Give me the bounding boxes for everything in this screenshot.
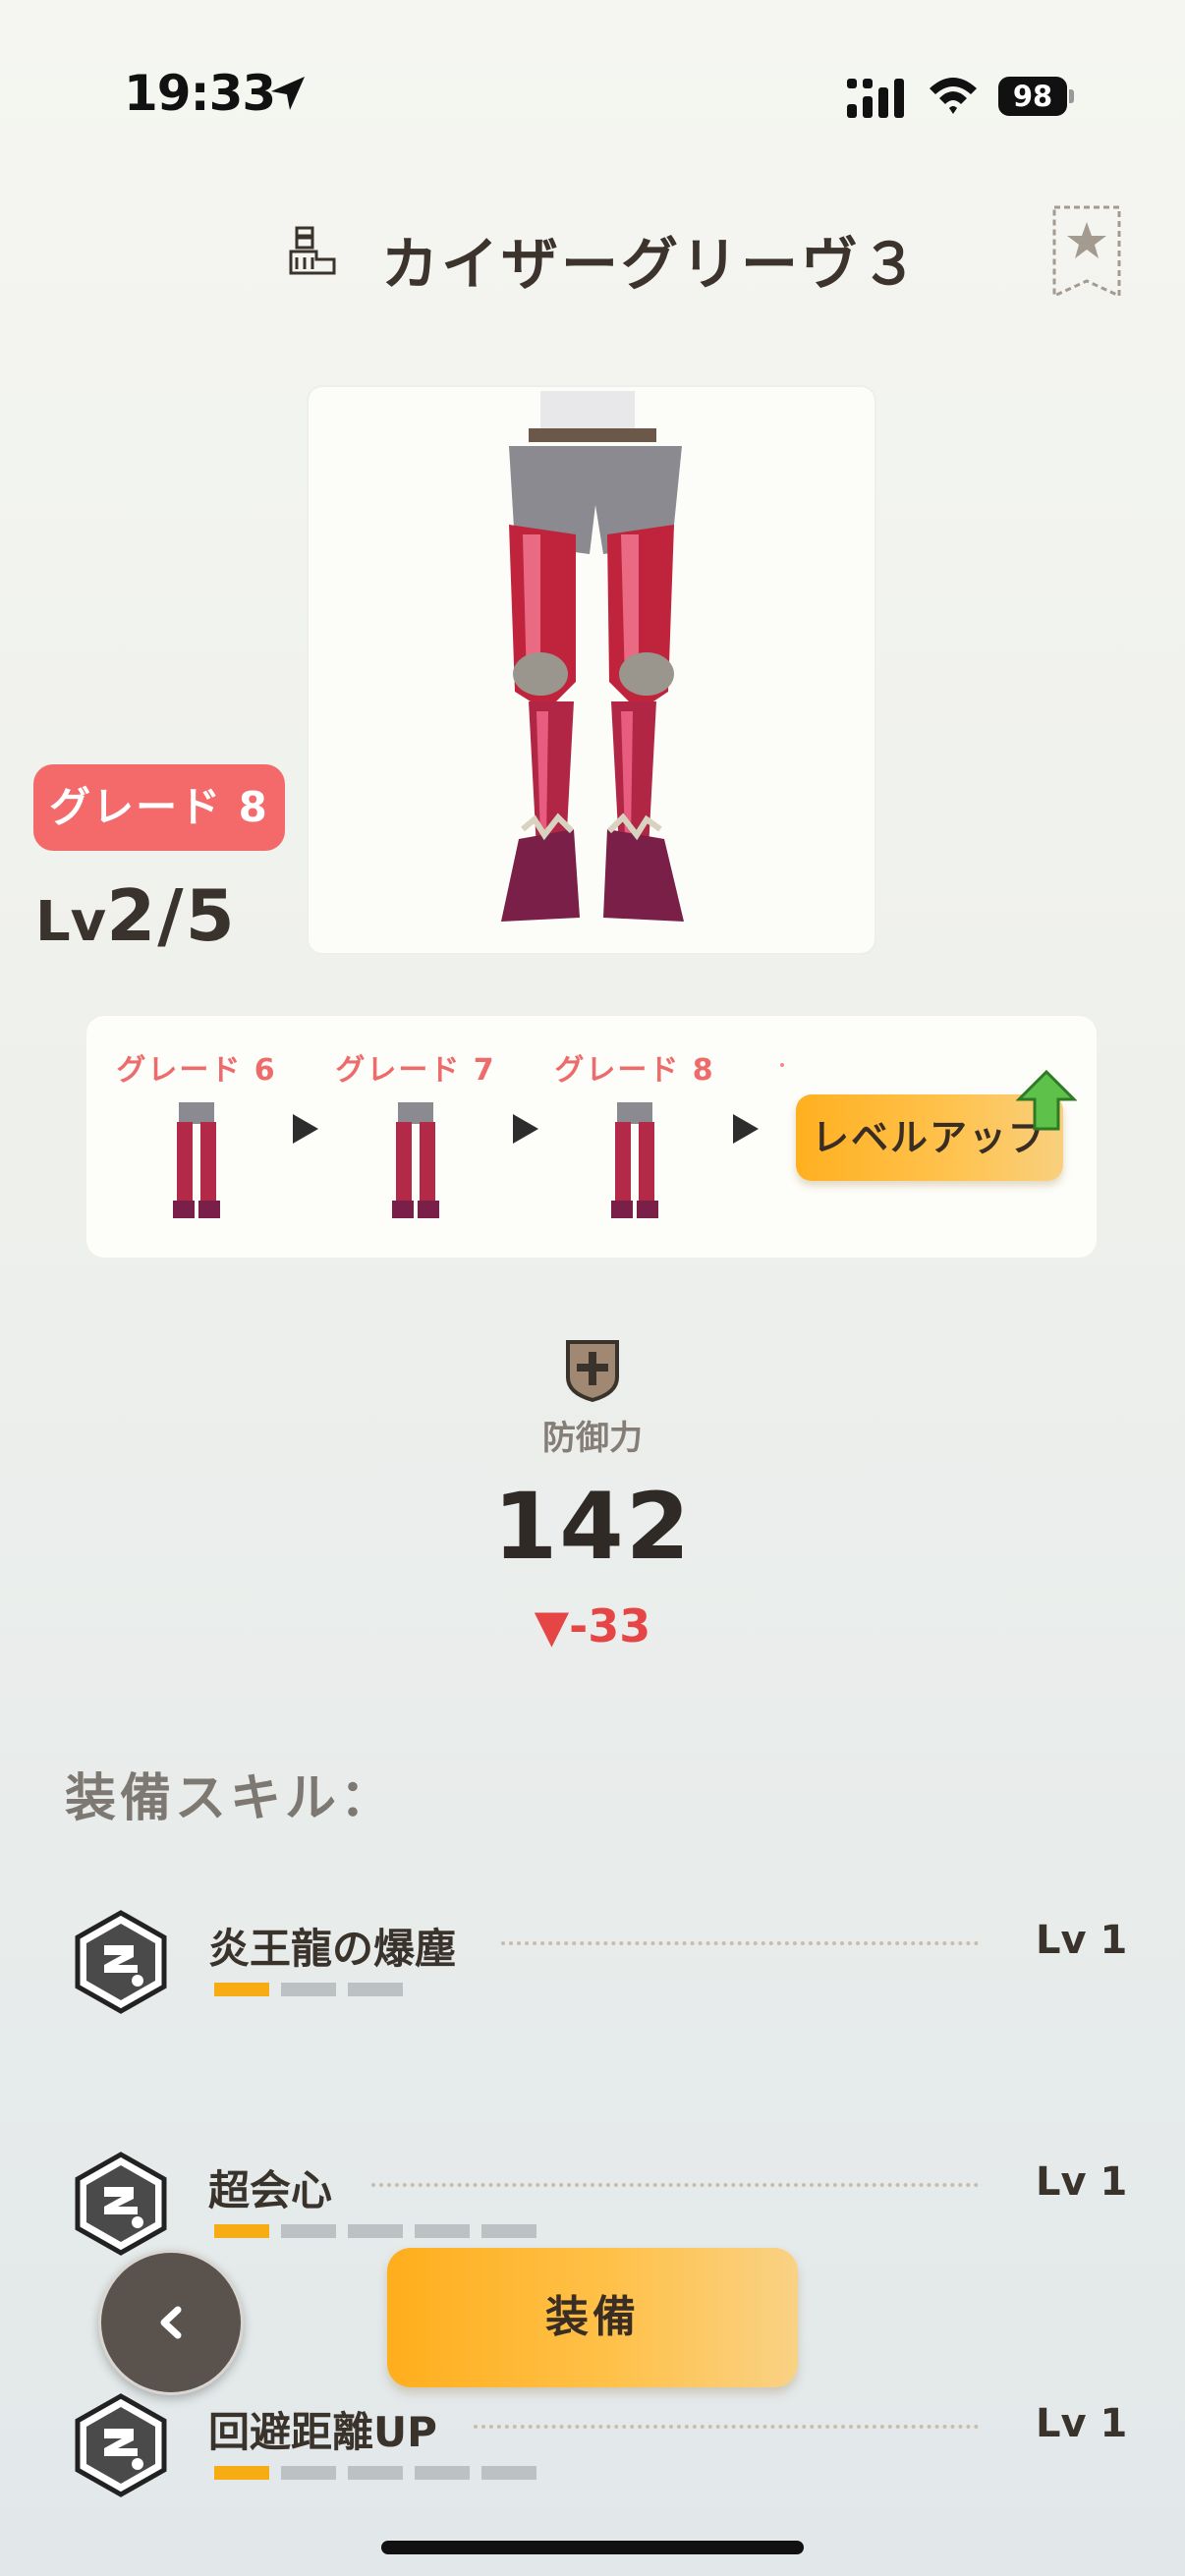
- skill-icon: [75, 2152, 167, 2256]
- defense-value: 142: [492, 1474, 693, 1581]
- shield-cross-icon: [566, 1340, 619, 1403]
- back-button[interactable]: [98, 2250, 244, 2395]
- skill-row[interactable]: 回避距離UP Lv 1: [0, 2393, 1185, 2531]
- battery-level: 98: [998, 77, 1067, 116]
- skills-title: 装備スキル：: [65, 1769, 396, 1828]
- defense-diff: ▼-33: [534, 1599, 651, 1652]
- skill-name: 回避距離UP: [208, 2408, 437, 2456]
- skill-name: 超会心: [208, 2166, 333, 2214]
- up-arrow-icon: [1016, 1069, 1077, 1131]
- page-title: カイザーグリーヴ３: [381, 231, 922, 298]
- grade-badge: グレード 8: [33, 764, 285, 851]
- equip-button[interactable]: 装備: [387, 2248, 798, 2387]
- skill-name: 炎王龍の爆塵: [208, 1925, 457, 1973]
- wifi-icon: [930, 78, 977, 114]
- skill-level-bar: [214, 1983, 403, 1996]
- item-image-card: [309, 387, 875, 953]
- skill-level-bar: [214, 2466, 536, 2480]
- leg-armor-icon: [289, 226, 336, 275]
- grade-step: グレード 8: [546, 1045, 723, 1226]
- greaves-image: [501, 391, 684, 922]
- grade-step: グレード 7: [327, 1045, 504, 1226]
- home-indicator: [381, 2541, 804, 2554]
- skill-level: Lv 1: [1036, 2401, 1128, 2446]
- grade-step-label: グレード 8: [554, 1053, 715, 1088]
- skill-level-bar: [214, 2224, 536, 2238]
- greaves-thumbnail: [611, 1102, 658, 1218]
- grade-progression-card: グレード 6 グレード 7 グレード 8 レベルアップ: [86, 1016, 1097, 1258]
- status-time: 19:33: [124, 65, 276, 122]
- battery-icon: 98: [998, 77, 1077, 116]
- skill-level: Lv 1: [1036, 1918, 1128, 1963]
- location-arrow-icon: [271, 77, 305, 110]
- level-prefix: Lv: [35, 890, 107, 954]
- grade-step: グレード 6: [108, 1045, 285, 1226]
- signal-icon: [847, 79, 904, 118]
- star-bookmark-icon[interactable]: [1051, 204, 1122, 299]
- skill-icon: [75, 1910, 167, 2014]
- grade-dot: [780, 1063, 784, 1067]
- skill-row[interactable]: 炎王龍の爆塵 Lv 1: [0, 1910, 1185, 2047]
- defense-label: 防御力: [542, 1419, 643, 1458]
- skill-level: Lv 1: [1036, 2159, 1128, 2205]
- chevron-left-icon: [160, 2306, 182, 2339]
- level-value: 2/5: [106, 874, 237, 957]
- item-level: Lv2/5: [35, 874, 237, 957]
- grade-step-label: グレード 7: [335, 1053, 496, 1088]
- greaves-thumbnail: [173, 1102, 220, 1218]
- greaves-thumbnail: [392, 1102, 439, 1218]
- grade-step-label: グレード 6: [116, 1053, 277, 1088]
- skill-icon: [75, 2393, 167, 2497]
